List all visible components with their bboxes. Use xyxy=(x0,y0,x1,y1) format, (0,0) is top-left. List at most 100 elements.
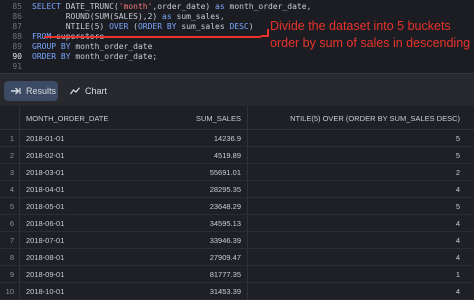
cell-sum-sales: 81777.35 xyxy=(209,270,241,279)
code-line[interactable]: GROUP BY month_order_date xyxy=(32,42,152,51)
code-token: 'month' xyxy=(118,2,153,11)
code-line[interactable]: SELECT DATE_TRUNC('month',order_date) as… xyxy=(32,2,311,11)
line-number: 90 xyxy=(12,52,22,61)
cell-month: 2018-05-01 xyxy=(26,202,65,211)
table-row[interactable]: 8 2018-08-01 27909.47 4 xyxy=(0,249,474,266)
code-token: OVER xyxy=(109,22,129,31)
code-token: DESC xyxy=(229,22,249,31)
tab-chart-label: Chart xyxy=(85,86,108,96)
results-toolbar: Results Chart xyxy=(0,73,474,106)
code-line[interactable]: NTILE(5) OVER (ORDER BY sum_sales DESC) xyxy=(32,22,254,31)
cell-sum-sales: 55691.01 xyxy=(209,168,241,177)
annotation-connector xyxy=(261,29,269,37)
annotation-underline xyxy=(44,36,261,38)
code-token: DATE_TRUNC( xyxy=(65,2,119,11)
code-token: month_order_date, xyxy=(224,2,312,11)
table-row[interactable]: 2 2018-02-01 4519.89 5 xyxy=(0,147,474,164)
tab-results[interactable]: Results xyxy=(4,81,58,101)
row-index: 4 xyxy=(9,185,14,194)
tab-results-label: Results xyxy=(26,86,57,96)
row-index: 2 xyxy=(9,151,14,160)
cell-ntile: 1 xyxy=(455,270,460,279)
annotation-callout-line2: order by sum of sales in descending xyxy=(270,36,471,50)
code-token: ) xyxy=(248,22,254,31)
cell-month: 2018-03-01 xyxy=(26,168,65,177)
row-index: 9 xyxy=(9,270,14,279)
table-row[interactable]: 3 2018-03-01 55691.01 2 xyxy=(0,164,474,181)
cell-month: 2018-04-01 xyxy=(26,185,65,194)
row-index: 10 xyxy=(5,287,14,296)
cell-month: 2018-08-01 xyxy=(26,253,65,262)
table-row[interactable]: 6 2018-06-01 34595.13 4 xyxy=(0,215,474,232)
cell-month: 2018-06-01 xyxy=(26,219,65,228)
chart-line-icon xyxy=(70,87,80,95)
cell-sum-sales: 4519.89 xyxy=(213,151,241,160)
cell-sum-sales: 27909.47 xyxy=(209,253,241,262)
row-index: 5 xyxy=(9,202,14,211)
cell-sum-sales: 28295.35 xyxy=(209,185,241,194)
cell-sum-sales: 33946.39 xyxy=(209,236,241,245)
cell-ntile: 5 xyxy=(455,151,460,160)
code-token: ORDER BY xyxy=(32,52,71,61)
code-token: NTILE(5) xyxy=(32,22,110,31)
sql-editor[interactable]: 85 86 87 88 89 90 91 SELECT DATE_TRUNC('month'… xyxy=(0,0,474,73)
line-number: 91 xyxy=(12,62,22,71)
arrow-icon xyxy=(10,87,21,95)
table-row[interactable]: 5 2018-05-01 23648.29 5 xyxy=(0,198,474,215)
line-number: 88 xyxy=(12,32,22,41)
row-index: 6 xyxy=(9,219,14,228)
table-header: MONTH_ORDER_DATE SUM_SALES NTILE(5) OVER… xyxy=(0,106,474,130)
row-index: 1 xyxy=(9,134,14,143)
code-token: GROUP BY xyxy=(32,42,71,51)
code-token: ,order_date) xyxy=(152,2,216,11)
cell-month: 2018-01-01 xyxy=(26,134,65,143)
line-number: 86 xyxy=(12,12,22,21)
code-line[interactable]: ORDER BY month_order_date; xyxy=(32,52,157,61)
line-number: 87 xyxy=(12,22,22,31)
table-row[interactable]: 7 2018-07-01 33946.39 4 xyxy=(0,232,474,249)
cell-ntile: 5 xyxy=(455,134,460,143)
cell-ntile: 4 xyxy=(455,185,460,194)
cell-month: 2018-02-01 xyxy=(26,151,65,160)
table-row[interactable]: 10 2018-10-01 31453.39 4 xyxy=(0,283,474,300)
line-number-gutter: 85 86 87 88 89 90 91 xyxy=(0,0,26,73)
row-index: 7 xyxy=(9,236,14,245)
cell-month: 2018-07-01 xyxy=(26,236,65,245)
cell-month: 2018-10-01 xyxy=(26,287,65,296)
cell-ntile: 4 xyxy=(455,219,460,228)
annotation-callout-line1: Divide the dataset into 5 buckets xyxy=(270,19,451,33)
code-token: sum_sales, xyxy=(171,12,225,21)
cell-ntile: 5 xyxy=(455,202,460,211)
table-row[interactable]: 1 2018-01-01 14236.9 5 xyxy=(0,130,474,147)
code-token: ROUND(SUM(SALES),2) xyxy=(32,12,163,21)
table-row[interactable]: 4 2018-04-01 28295.35 4 xyxy=(0,181,474,198)
line-number: 85 xyxy=(12,2,22,11)
code-token: ( xyxy=(128,22,138,31)
line-number: 89 xyxy=(12,42,22,51)
code-line[interactable]: ROUND(SUM(SALES),2) as sum_sales, xyxy=(32,12,225,21)
code-token: ORDER BY xyxy=(137,22,177,31)
cell-month: 2018-09-01 xyxy=(26,270,65,279)
code-token: as xyxy=(215,2,225,11)
column-header-sum-sales[interactable]: SUM_SALES xyxy=(196,114,241,123)
column-header-month[interactable]: MONTH_ORDER_DATE xyxy=(26,114,108,123)
cell-sum-sales: 34595.13 xyxy=(209,219,241,228)
tab-chart[interactable]: Chart xyxy=(66,81,116,101)
row-index: 8 xyxy=(9,253,14,262)
cell-sum-sales: 31453.39 xyxy=(209,287,241,296)
cell-ntile: 4 xyxy=(455,287,460,296)
code-token: sum_sales xyxy=(176,22,230,31)
code-token: as xyxy=(162,12,172,21)
cell-ntile: 4 xyxy=(455,253,460,262)
cell-sum-sales: 14236.9 xyxy=(213,134,241,143)
cell-ntile: 4 xyxy=(455,236,460,245)
results-table: MONTH_ORDER_DATE SUM_SALES NTILE(5) OVER… xyxy=(0,106,474,300)
code-token: month_order_date; xyxy=(70,52,158,61)
row-index: 3 xyxy=(9,168,14,177)
table-row[interactable]: 9 2018-09-01 81777.35 1 xyxy=(0,266,474,283)
cell-ntile: 2 xyxy=(455,168,460,177)
cell-sum-sales: 23648.29 xyxy=(209,202,241,211)
column-header-ntile[interactable]: NTILE(5) OVER (ORDER BY SUM_SALES DESC) xyxy=(290,114,460,123)
code-token: SELECT xyxy=(32,2,66,11)
code-token: month_order_date xyxy=(70,42,153,51)
